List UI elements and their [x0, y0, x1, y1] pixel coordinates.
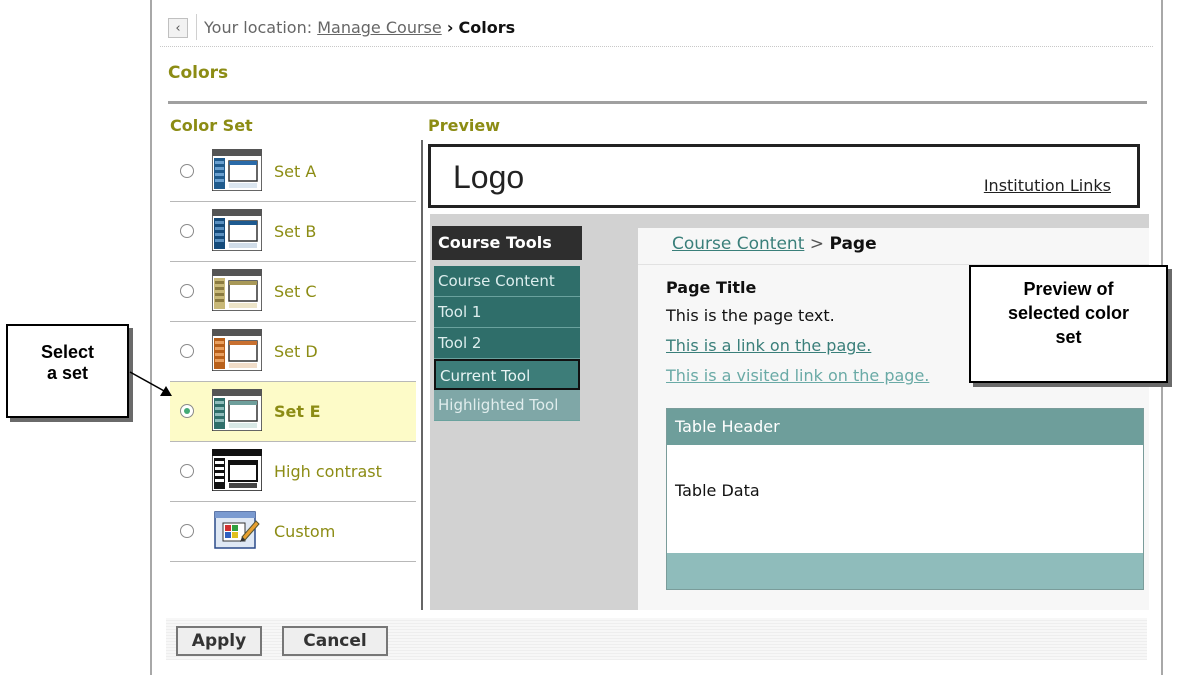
radio-button[interactable]: [180, 164, 194, 178]
select-set-callout: Select a set: [6, 324, 129, 418]
menu-item-course-content: Course Content: [434, 266, 580, 297]
theme-thumbnail-icon: [212, 269, 262, 311]
theme-thumbnail-icon: [212, 149, 262, 191]
preview-page-title: Page Title: [666, 278, 757, 297]
breadcrumb-current: Colors: [458, 18, 516, 37]
collapse-back-button[interactable]: ‹: [168, 18, 188, 38]
set-label: Custom: [274, 522, 336, 541]
preview-breadcrumb: Course Content > Page: [672, 234, 877, 254]
radio-button[interactable]: [180, 224, 194, 238]
callout-line: Preview of: [1023, 279, 1114, 299]
table-footer: [667, 553, 1143, 589]
set-label: High contrast: [274, 462, 382, 481]
color-set-option-high-contrast[interactable]: High contrast: [170, 442, 416, 502]
radio-button[interactable]: [180, 344, 194, 358]
preview-menu: Course Content Tool 1 Tool 2 Current Too…: [434, 266, 580, 421]
callout-line: selected color: [1007, 303, 1130, 323]
column-divider: [421, 140, 423, 610]
preview-callout: Preview of selected color set: [969, 265, 1168, 383]
menu-item-tool-2: Tool 2: [434, 328, 580, 359]
course-tools-heading: Course Tools: [432, 226, 582, 260]
table-data: Table Data: [675, 481, 760, 500]
callout-line: a set: [46, 363, 89, 383]
breadcrumb-trail: Your location: Manage Course › Colors: [204, 18, 515, 37]
color-set-option-custom[interactable]: Custom: [170, 502, 416, 562]
set-label: Set E: [274, 402, 321, 421]
theme-thumbnail-icon: [212, 209, 262, 251]
color-set-option-a[interactable]: Set A: [170, 142, 416, 202]
radio-button[interactable]: [180, 464, 194, 478]
theme-thumbnail-icon: [212, 449, 262, 491]
breadcrumb: ‹ Your location: Manage Course › Colors: [160, 8, 1153, 47]
set-label: Set C: [274, 282, 317, 301]
radio-button[interactable]: [180, 284, 194, 298]
radio-button-selected[interactable]: [180, 404, 194, 418]
institution-links: Institution Links: [983, 176, 1111, 195]
title-divider: [168, 101, 1147, 104]
menu-item-highlighted-tool: Highlighted Tool: [434, 390, 580, 421]
set-label: Set B: [274, 222, 317, 241]
preview-link: This is a link on the page.: [666, 336, 872, 355]
color-set-option-b[interactable]: Set B: [170, 202, 416, 262]
breadcrumb-divider: [196, 14, 197, 40]
preview-visited-link: This is a visited link on the page.: [666, 366, 930, 385]
set-label: Set D: [274, 342, 318, 361]
color-set-option-c[interactable]: Set C: [170, 262, 416, 322]
cancel-button[interactable]: Cancel: [282, 626, 388, 656]
preview-breadcrumb-current: Page: [829, 234, 877, 254]
breadcrumb-link-manage-course[interactable]: Manage Course: [317, 18, 442, 37]
preview-breadcrumb-link: Course Content: [672, 234, 805, 254]
color-set-heading: Color Set: [170, 116, 253, 135]
page-title: Colors: [168, 63, 229, 83]
radio-dot: [184, 408, 190, 414]
breadcrumb-prefix: Your location:: [204, 18, 313, 37]
logo: Logo: [453, 159, 525, 195]
preview-header: Logo Institution Links: [428, 144, 1140, 208]
preview-page-text: This is the page text.: [666, 306, 835, 325]
menu-item-current-tool: Current Tool: [434, 359, 580, 390]
breadcrumb-separator: ›: [446, 18, 454, 37]
color-set-option-d[interactable]: Set D: [170, 322, 416, 382]
preview-table: Table Header Table Data: [666, 408, 1144, 590]
radio-button[interactable]: [180, 524, 194, 538]
apply-button[interactable]: Apply: [176, 626, 262, 656]
theme-thumbnail-icon: [212, 389, 262, 431]
set-label: Set A: [274, 162, 317, 181]
callout-line: Select: [40, 342, 95, 362]
callout-arrow-icon: [129, 371, 172, 396]
preview-breadcrumb-separator: >: [809, 234, 825, 254]
preview-heading: Preview: [428, 116, 501, 135]
theme-thumbnail-icon: [212, 329, 262, 371]
button-bar: Apply Cancel: [166, 618, 1147, 660]
menu-item-tool-1: Tool 1: [434, 297, 580, 328]
callout-line: set: [1055, 327, 1082, 347]
color-set-option-e[interactable]: Set E: [170, 382, 416, 442]
palette-pencil-icon: [214, 511, 260, 549]
table-header: Table Header: [667, 409, 1143, 445]
